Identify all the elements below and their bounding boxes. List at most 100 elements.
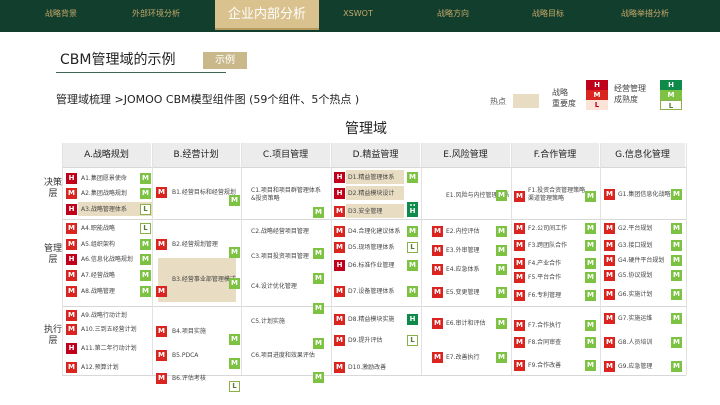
component-label: G9.应急管理 <box>618 363 653 370</box>
column-header: G.信息化管理 <box>600 143 686 167</box>
maturity-tag: H <box>407 206 418 217</box>
maturity-tag: M <box>585 290 596 301</box>
legend-hot-label: 热点 <box>490 97 506 106</box>
legend-strategy-label: 战略 重要度 <box>552 88 576 108</box>
grid-divider <box>62 306 686 307</box>
layer-label: 执行层 <box>44 325 63 346</box>
component-label: B2.经营规划管理 <box>172 241 218 248</box>
maturity-tag: L <box>407 335 418 346</box>
maturity-tag: L <box>140 223 151 234</box>
component-label: F2.公司间工作 <box>528 225 568 232</box>
maturity-tag: M <box>585 240 596 251</box>
nav-item-internal-analysis[interactable]: 企业内部分析 <box>215 0 319 30</box>
strategy-tag: H <box>66 173 77 184</box>
component-label: F1.投资合资管理策略渠道管理策略 <box>528 187 586 202</box>
example-badge: 示例 <box>203 52 247 69</box>
maturity-tag: M <box>496 264 507 275</box>
component-label: G3.接口规划 <box>618 242 653 249</box>
component-label: A12.预算计划 <box>81 364 119 371</box>
nav-item-strategy-background[interactable]: 战略背景 <box>33 0 89 28</box>
maturity-tag: M <box>229 247 240 258</box>
column-header: D.精益管理 <box>331 143 421 167</box>
column-header: A.战略规划 <box>62 143 152 167</box>
strategy-tag: M <box>334 362 345 373</box>
strategy-tag: M <box>604 189 615 200</box>
grid-divider <box>62 219 686 220</box>
strategy-tag: M <box>432 287 443 298</box>
strategy-tag: M <box>156 350 167 361</box>
maturity-tag: M <box>407 172 418 183</box>
component-label: F3.跨团队合作 <box>528 242 568 249</box>
nav-item-strategy-initiatives[interactable]: 战略举措分析 <box>612 0 678 28</box>
strategy-tag: M <box>432 245 443 256</box>
strategy-tag: M <box>604 240 615 251</box>
strategy-tag: H <box>66 254 77 265</box>
strategy-tag: M <box>432 226 443 237</box>
component-label: D4.合理化建议体系 <box>348 228 401 235</box>
strategy-tag: M <box>604 223 615 234</box>
nav-item-external-analysis[interactable]: 外部环境分析 <box>122 0 190 28</box>
maturity-tag: M <box>585 320 596 331</box>
component-label: F9.合作改善 <box>528 362 562 369</box>
strategy-tag: M <box>334 226 345 237</box>
component-label: B6.评估考核 <box>172 375 206 382</box>
maturity-tag: M <box>407 226 418 237</box>
maturity-tag: M <box>140 254 151 265</box>
component-label: D10.激励改善 <box>348 364 387 371</box>
column-header: B.经营计划 <box>152 143 241 167</box>
maturity-tag: M <box>585 223 596 234</box>
component-label: C2.战略经营项目管理 <box>251 228 309 235</box>
strategy-tag: M <box>66 362 77 373</box>
component-label: A8.战略管理 <box>81 288 115 295</box>
strategy-tag: M <box>514 337 525 348</box>
grid-column-divider <box>686 143 687 375</box>
layer-label: 决策层 <box>44 178 63 199</box>
strategy-tag: M <box>334 242 345 253</box>
maturity-tag: M <box>671 189 682 200</box>
legend-hot-swatch <box>513 94 539 108</box>
strategy-tag: M <box>432 318 443 329</box>
component-label: C5.计划实施 <box>251 318 285 325</box>
legend-strategy-l: L <box>586 100 608 110</box>
top-nav: 战略背景 外部环境分析 企业内部分析 XSWOT 战略方向 战略目标 战略举措分… <box>0 0 720 32</box>
maturity-tag: M <box>671 313 682 324</box>
strategy-tag: M <box>604 313 615 324</box>
strategy-tag: M <box>156 239 167 250</box>
column-header: F.合作管理 <box>511 143 600 167</box>
maturity-tag: M <box>496 352 507 363</box>
maturity-tag: M <box>229 278 240 289</box>
legend-strategy-m: M <box>586 90 608 100</box>
nav-item-strategy-goals[interactable]: 战略目标 <box>520 0 576 28</box>
nav-item-strategy-direction[interactable]: 战略方向 <box>428 0 478 28</box>
strategy-tag: M <box>66 324 77 335</box>
maturity-tag: M <box>585 360 596 371</box>
strategy-tag: H <box>334 260 345 271</box>
component-label: A9.战略行动计划 <box>81 312 127 319</box>
strategy-tag: M <box>66 223 77 234</box>
column-header: E.风险管理 <box>421 143 511 167</box>
component-label: A5.组织架构 <box>81 241 115 248</box>
strategy-tag: M <box>514 223 525 234</box>
nav-item-xswot[interactable]: XSWOT <box>333 0 383 28</box>
component-label: A7.经营战略 <box>81 272 115 279</box>
strategy-tag: M <box>66 239 77 250</box>
component-label: B4.项目实施 <box>172 328 206 335</box>
strategy-tag: M <box>432 264 443 275</box>
component-label: C1.项目和项目群管理体系&投资策略 <box>251 187 321 202</box>
component-label: G5.协议规划 <box>618 272 653 279</box>
component-label: F5.平台合作 <box>528 274 562 281</box>
legend-strategy-stack: H M L <box>586 80 608 110</box>
maturity-tag: M <box>671 270 682 281</box>
grid-divider <box>62 167 686 168</box>
maturity-tag: M <box>671 255 682 266</box>
grid-column-divider <box>511 143 512 375</box>
grid-column-divider <box>600 143 601 375</box>
component-label: G4.硬件平台规划 <box>618 257 665 264</box>
column-header: C.项目管理 <box>241 143 331 167</box>
strategy-tag: H <box>334 172 345 183</box>
strategy-tag: M <box>514 258 525 269</box>
maturity-tag: M <box>496 318 507 329</box>
maturity-tag: M <box>585 258 596 269</box>
maturity-tag: L <box>140 204 151 215</box>
maturity-tag: M <box>140 286 151 297</box>
